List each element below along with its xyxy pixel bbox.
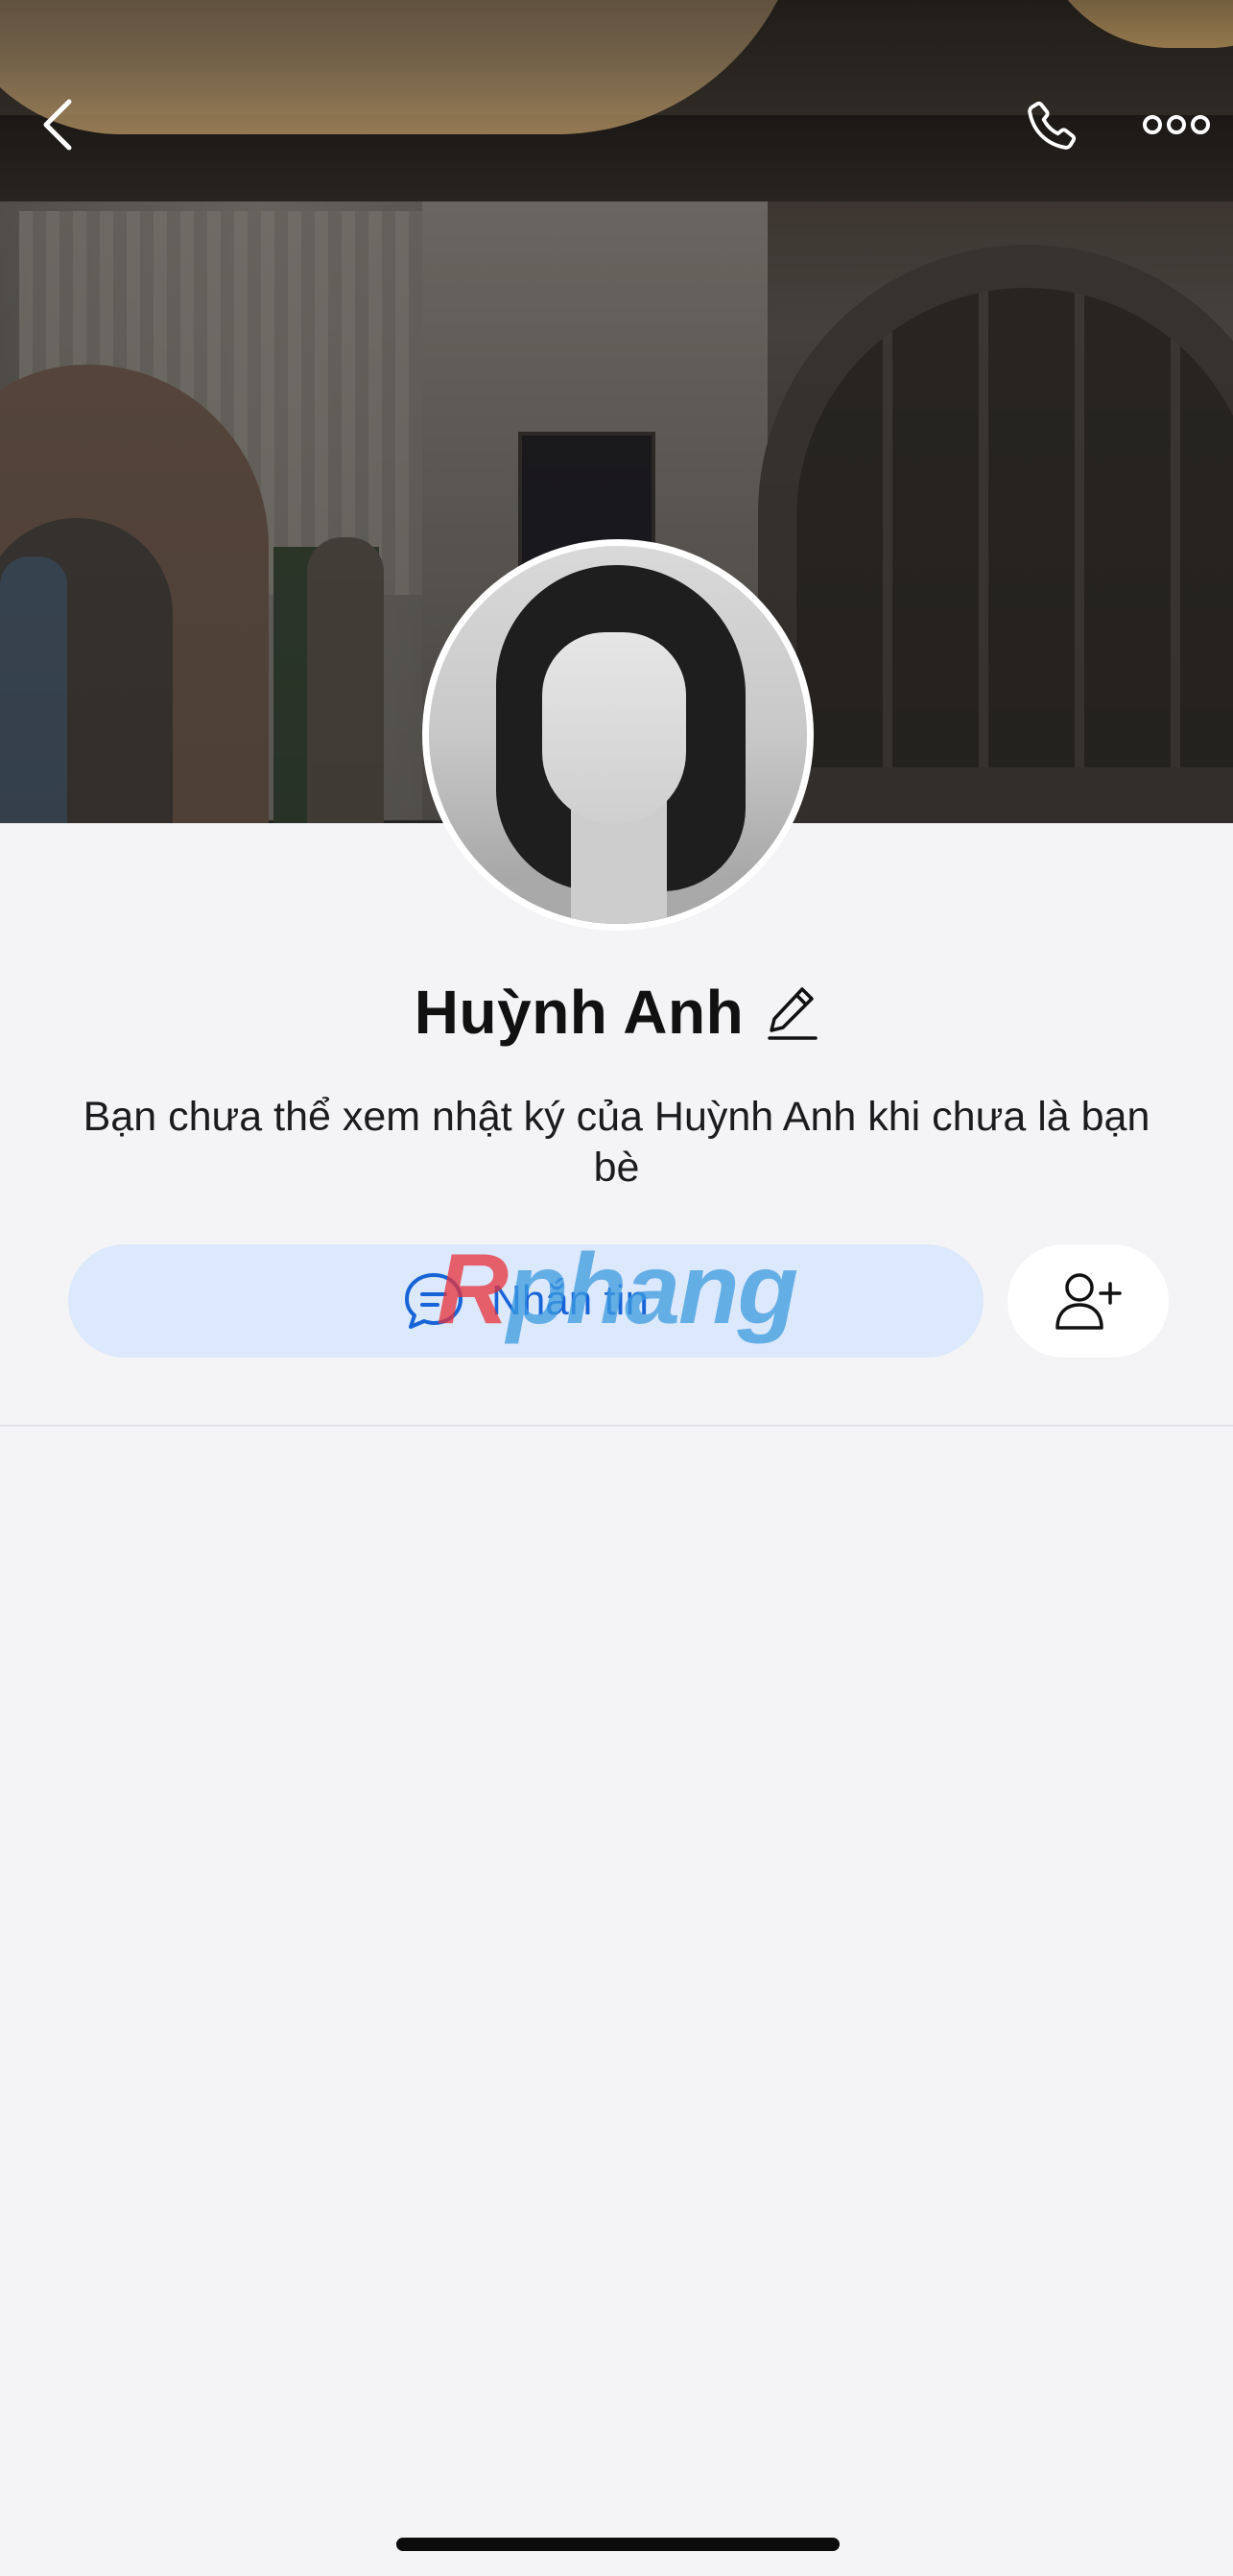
add-friend-button[interactable]: [1008, 1244, 1169, 1358]
phone-icon: [1028, 101, 1077, 150]
section-divider: [0, 1425, 1233, 1427]
chevron-left-icon: [43, 99, 72, 151]
add-user-icon: [1055, 1273, 1122, 1330]
chat-bubble-icon: [405, 1273, 463, 1329]
more-options-button[interactable]: [1138, 101, 1215, 149]
message-button[interactable]: Nhắn tin: [68, 1244, 984, 1358]
more-horizontal-icon: [1143, 115, 1210, 134]
avatar-photo: [429, 546, 807, 924]
edit-name-button[interactable]: [765, 982, 818, 1042]
avatar[interactable]: [422, 539, 814, 931]
pencil-icon: [768, 987, 818, 1040]
profile-name: Huỳnh Anh: [414, 978, 745, 1047]
call-button[interactable]: [1015, 91, 1086, 162]
home-indicator[interactable]: [396, 2538, 840, 2551]
back-button[interactable]: [29, 91, 86, 158]
privacy-notice: Bạn chưa thể xem nhật ký của Huỳnh Anh k…: [83, 1094, 1150, 1191]
profile-screen: Huỳnh Anh Bạn chưa thể xem nhật ký của H…: [0, 0, 1233, 2576]
message-button-label: Nhắn tin: [491, 1277, 649, 1324]
profile-name-row: Huỳnh Anh: [0, 977, 1233, 1048]
